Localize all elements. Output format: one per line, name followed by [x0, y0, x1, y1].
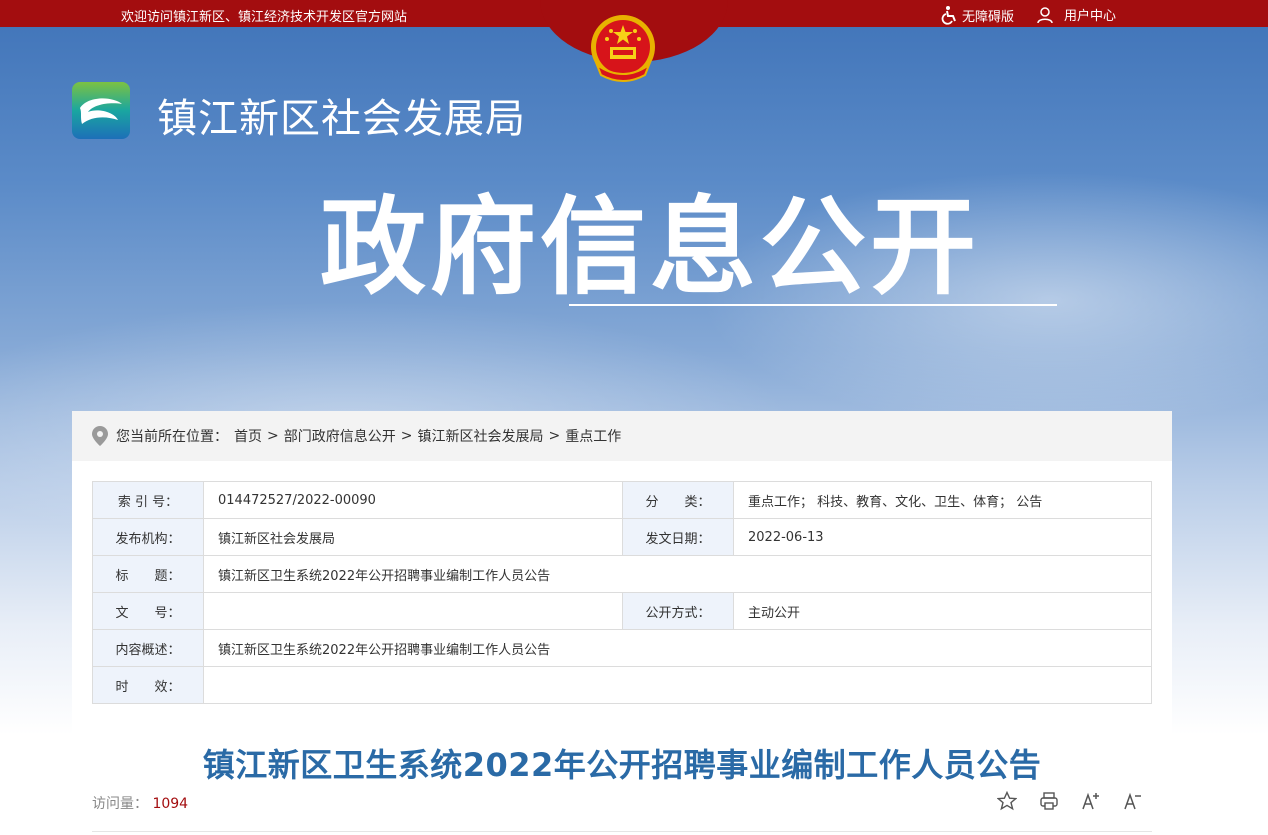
- doc-number-label: 文 号：: [92, 592, 204, 630]
- accessible-label: 无障碍版: [962, 9, 1015, 25]
- disclosure-value: 主动公开: [733, 592, 1152, 630]
- breadcrumb: 您当前所在位置： 首页 > 部门政府信息公开 > 镇江新区社会发展局 > 重点工…: [72, 411, 1172, 461]
- visits-label: 访问量：: [92, 796, 148, 812]
- index-value: 014472527/2022-00090: [203, 481, 623, 519]
- national-emblem-icon: [591, 15, 655, 82]
- table-row: 索 引 号： 014472527/2022-00090 分 类： 重点工作； 科…: [92, 481, 1152, 519]
- table-row: 发布机构： 镇江新区社会发展局 发文日期： 2022-06-13: [92, 518, 1152, 556]
- wheelchair-icon: [941, 6, 956, 25]
- breadcrumb-bureau[interactable]: 镇江新区社会发展局: [417, 426, 543, 446]
- title-value: 镇江新区卫生系统2022年公开招聘事业编制工作人员公告: [203, 555, 1152, 593]
- breadcrumb-key-work[interactable]: 重点工作: [565, 426, 621, 446]
- location-pin-icon: [92, 426, 108, 446]
- accessible-link[interactable]: 无障碍版: [940, 5, 1014, 25]
- breadcrumb-dept-disclosure[interactable]: 部门政府信息公开: [284, 426, 396, 446]
- breadcrumb-separator: >: [267, 428, 279, 444]
- breadcrumb-separator: >: [548, 428, 561, 444]
- print-button[interactable]: [1039, 791, 1059, 811]
- date-label: 发文日期：: [622, 518, 734, 556]
- summary-label: 内容概述：: [92, 629, 204, 667]
- visit-count: 访问量： 1094: [92, 793, 188, 813]
- validity-label: 时 效：: [92, 666, 204, 704]
- title-label: 标 题：: [92, 555, 204, 593]
- date-value: 2022-06-13: [733, 518, 1152, 556]
- disclosure-label: 公开方式：: [622, 592, 734, 630]
- font-decrease-button[interactable]: [1123, 791, 1143, 811]
- category-label: 分 类：: [622, 481, 734, 519]
- favorite-button[interactable]: [996, 790, 1018, 811]
- category-value: 重点工作； 科技、教育、文化、卫生、体育； 公告: [733, 481, 1152, 519]
- site-logo-icon: [72, 82, 130, 139]
- content-panel: 您当前所在位置： 首页 > 部门政府信息公开 > 镇江新区社会发展局 > 重点工…: [72, 411, 1172, 835]
- publisher-label: 发布机构：: [92, 518, 204, 556]
- publisher-value: 镇江新区社会发展局: [203, 518, 623, 556]
- divider: [92, 831, 1152, 832]
- doc-number-value: [203, 592, 623, 630]
- table-row: 文 号： 公开方式： 主动公开: [92, 592, 1152, 630]
- metadata-table: 索 引 号： 014472527/2022-00090 分 类： 重点工作； 科…: [92, 481, 1152, 704]
- table-row: 标 题： 镇江新区卫生系统2022年公开招聘事业编制工作人员公告: [92, 555, 1152, 593]
- star-icon: [996, 790, 1018, 811]
- org-name: 镇江新区社会发展局: [157, 96, 526, 142]
- font-increase-icon: [1082, 792, 1099, 810]
- section-title: 政府信息公开: [320, 186, 980, 309]
- table-row: 内容概述： 镇江新区卫生系统2022年公开招聘事业编制工作人员公告: [92, 629, 1152, 667]
- breadcrumb-separator: >: [400, 428, 413, 444]
- font-increase-button[interactable]: [1081, 791, 1101, 811]
- summary-value: 镇江新区卫生系统2022年公开招聘事业编制工作人员公告: [203, 629, 1152, 667]
- user-center-link[interactable]: 用户中心: [1036, 5, 1116, 24]
- title-underline: [569, 304, 1057, 306]
- welcome-text: 欢迎访问镇江新区、镇江经济技术开发区官方网站: [121, 10, 408, 25]
- visits-number: 1094: [152, 796, 189, 812]
- table-row: 时 效：: [92, 666, 1152, 704]
- article-title: 镇江新区卫生系统2022年公开招聘事业编制工作人员公告: [202, 746, 1042, 784]
- user-icon: [1037, 6, 1053, 23]
- user-center-label: 用户中心: [1064, 9, 1117, 24]
- font-decrease-icon: [1124, 792, 1141, 810]
- printer-icon: [1040, 792, 1058, 810]
- index-label: 索 引 号：: [92, 481, 204, 519]
- breadcrumb-prefix: 您当前所在位置：: [116, 429, 228, 445]
- article-tools: [996, 790, 1143, 811]
- breadcrumb-home[interactable]: 首页: [234, 426, 262, 446]
- validity-value: [203, 666, 1152, 704]
